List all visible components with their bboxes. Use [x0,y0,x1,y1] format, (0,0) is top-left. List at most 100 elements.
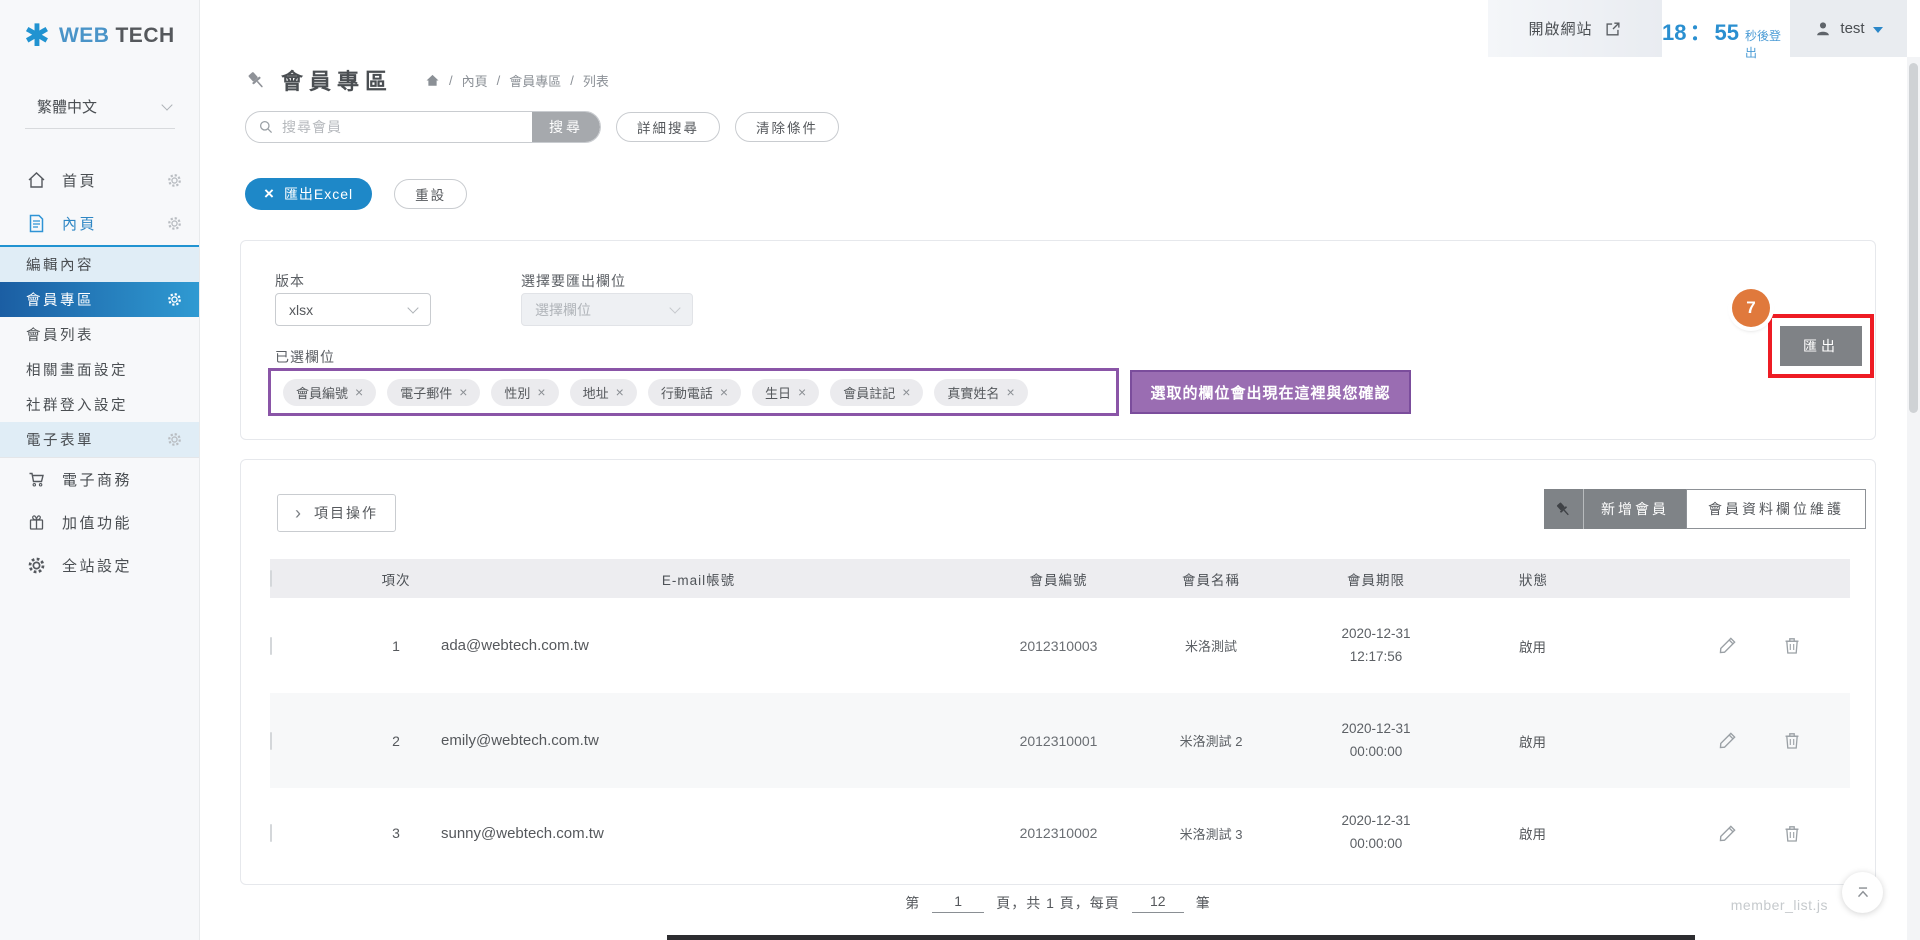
brand-name: WEB TECH [59,24,175,48]
vertical-scrollbar[interactable] [1907,57,1920,940]
row-checkbox[interactable] [270,637,272,655]
field-tag[interactable]: 會員編號 × [283,379,376,406]
cell-member-id: 2012310002 [956,825,1161,841]
timer-seconds: 55 [1715,20,1739,46]
page-number-input[interactable] [932,893,984,913]
remove-tag-icon[interactable]: × [1006,384,1014,400]
sidebar-nav: 首頁 內頁 編輯內容 會員專區 會員列表 相關畫面設定 社群登入設定 [0,159,199,587]
delete-button[interactable] [1782,635,1802,656]
gear-icon[interactable] [166,172,183,189]
breadcrumb-item[interactable]: 列表 [583,71,609,90]
version-select[interactable]: xlsx [275,293,431,326]
pushpin-icon [245,69,268,92]
timer-minutes: 18 [1662,20,1686,46]
sidebar-item-screen-settings[interactable]: 相關畫面設定 [0,352,199,387]
remove-tag-icon[interactable]: × [720,384,728,400]
breadcrumb-separator: / [497,73,501,88]
user-menu[interactable]: test [1790,0,1907,57]
remove-tag-icon[interactable]: × [537,384,545,400]
home-icon[interactable] [425,73,440,88]
search-button[interactable]: 搜尋 [532,111,600,143]
field-tag-label: 會員編號 [296,383,348,402]
document-icon [26,213,47,234]
remove-tag-icon[interactable]: × [616,384,624,400]
sidebar-item-label: 首頁 [62,170,97,191]
field-tag-label: 性別 [504,383,530,402]
per-page-input[interactable] [1132,893,1184,913]
sidebar-item-inner-pages[interactable]: 內頁 [0,202,199,245]
breadcrumb-item[interactable]: 內頁 [462,71,488,90]
user-icon [1814,20,1832,38]
column-header-name: 會員名稱 [1161,569,1261,589]
sidebar-item-label: 內頁 [62,213,97,234]
selected-fields-box: 會員編號 × 電子郵件× 性別 × 地址× 行動電話 × 生日× 會員註記× 真實姓名… [268,368,1119,416]
delete-button[interactable] [1782,823,1802,844]
sidebar-item-ecommerce[interactable]: 電子商務 [0,458,199,501]
sidebar-item-label: 電子商務 [62,469,132,490]
language-selector[interactable]: 繁體中文 [25,96,175,129]
topbar: 開啟網站 18 ： 55 秒後登出 test [1488,0,1907,57]
remove-tag-icon[interactable]: × [902,384,910,400]
table-header-row: 項次 E-mail帳號 會員編號 會員名稱 會員期限 狀態 [270,559,1850,598]
sidebar-item-member-area[interactable]: 會員專區 [0,282,199,317]
scrollbar-thumb[interactable] [1909,63,1918,413]
export-panel: 版本 xlsx 選擇要匯出欄位 選擇欄位 已選欄位 會員編號× 電子郵件× 性別… [240,240,1876,440]
advanced-search-button[interactable]: 詳細搜尋 [616,112,720,142]
cell-email: ada@webtech.com.tw [441,637,956,654]
field-tag-label: 行動電話 [661,383,713,402]
sidebar-item-site-settings[interactable]: 全站設定 [0,544,199,587]
maintain-member-fields-button[interactable]: 會員資料欄位維護 [1686,489,1866,529]
breadcrumb-item[interactable]: 會員專區 [509,71,561,90]
field-tag[interactable]: 性別 × [491,379,558,406]
export-button[interactable]: 匯出 [1780,326,1862,366]
column-header-member-id: 會員編號 [956,569,1161,589]
field-tag[interactable]: 生日× [752,379,819,406]
field-tag[interactable]: 行動電話 × [648,379,741,406]
select-all-checkbox[interactable] [270,570,272,587]
remove-tag-icon[interactable]: × [798,384,806,400]
field-tag[interactable]: 真實姓名× [934,379,1027,406]
search-input[interactable] [274,119,532,135]
delete-button[interactable] [1782,730,1802,751]
logout-timer: 18 ： 55 秒後登出 [1662,0,1790,57]
add-member-button[interactable]: 新增會員 [1544,489,1686,529]
open-site-button[interactable]: 開啟網站 [1488,0,1662,57]
gear-icon[interactable] [166,291,183,308]
scroll-to-top-button[interactable] [1842,872,1883,913]
field-tag[interactable]: 會員註記× [830,379,923,406]
chevron-down-icon [669,302,680,313]
sidebar-item-social-login[interactable]: 社群登入設定 [0,387,199,422]
clear-conditions-button[interactable]: 清除條件 [735,112,839,142]
column-header-status: 狀態 [1491,569,1601,589]
item-actions-button[interactable]: › 項目操作 [277,494,396,532]
sidebar-item-addons[interactable]: 加值功能 [0,501,199,544]
row-checkbox[interactable] [270,824,272,842]
edit-button[interactable] [1717,823,1738,844]
field-tag[interactable]: 電子郵件× [387,379,480,406]
chevron-down-icon [161,99,172,110]
timer-colon: ： [1689,15,1711,47]
gear-icon[interactable] [166,215,183,232]
sidebar-item-edit-content[interactable]: 編輯內容 [0,247,199,282]
sidebar-item-member-list[interactable]: 會員列表 [0,317,199,352]
edit-button[interactable] [1717,635,1738,656]
sidebar-item-e-forms[interactable]: 電子表單 [0,422,199,457]
highlight-red-box: 匯出 [1768,314,1874,378]
gear-icon[interactable] [166,431,183,448]
cell-index: 1 [351,638,441,654]
cell-name: 米洛測試 2 [1161,731,1261,750]
field-tag[interactable]: 地址× [570,379,637,406]
edit-button[interactable] [1717,730,1738,751]
step-badge: 7 [1732,289,1770,327]
sidebar-item-home[interactable]: 首頁 [0,159,199,202]
remove-tag-icon[interactable]: × [459,384,467,400]
remove-tag-icon[interactable]: × [355,384,363,400]
fields-select[interactable]: 選擇欄位 [521,293,693,326]
close-icon: × [264,184,275,204]
export-excel-button[interactable]: × 匯出Excel [245,178,372,210]
item-actions-label: 項目操作 [314,503,378,523]
row-checkbox[interactable] [270,732,272,750]
reset-button[interactable]: 重設 [394,179,467,209]
timer-suffix: 秒後登出 [1745,27,1790,61]
chevron-down-icon [407,302,418,313]
